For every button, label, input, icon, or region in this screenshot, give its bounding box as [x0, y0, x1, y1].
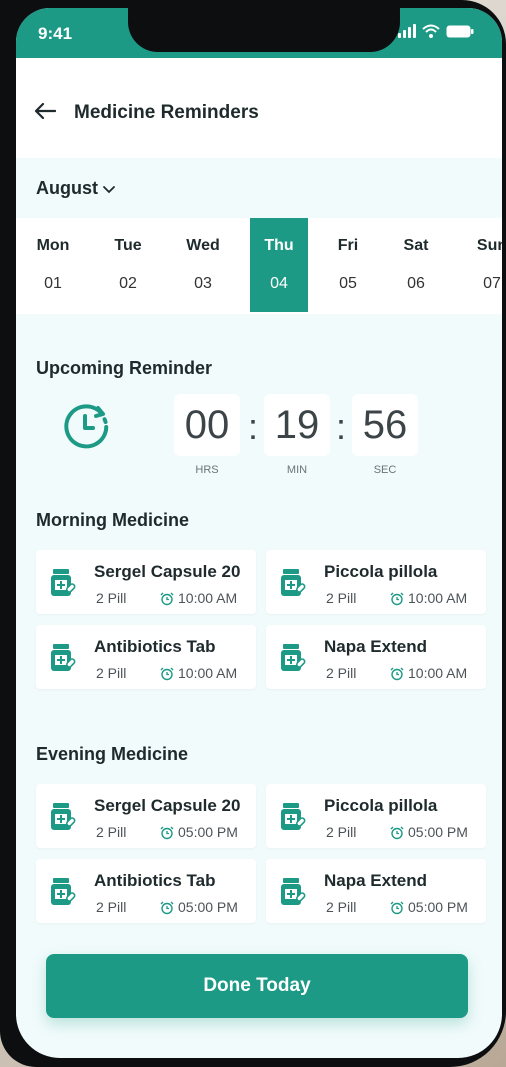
day-thu-selected[interactable]: Thu 04 [250, 218, 308, 312]
month-selector[interactable]: August [36, 178, 116, 199]
medicine-name: Piccola pillola [324, 562, 438, 581]
medicine-name: Napa Extend [324, 871, 427, 890]
done-today-button[interactable]: Done Today [46, 954, 468, 1018]
day-mon[interactable]: Mon 01 [24, 218, 82, 312]
medicine-card[interactable]: Piccola pillola 2 Pill 10:00 AM [266, 550, 486, 614]
medicine-quantity: 2 Pill [96, 824, 127, 840]
timer-separator: : [248, 406, 259, 447]
day-name: Sun [476, 237, 502, 254]
medicine-card[interactable]: Piccola pillola 2 Pill 05:00 PM [266, 784, 486, 848]
day-sat[interactable]: Sat 06 [387, 218, 445, 312]
medicine-name: Napa Extend [324, 637, 427, 656]
pill-bottle-icon [51, 569, 76, 596]
day-fri[interactable]: Fri 05 [319, 218, 377, 312]
day-name: Thu [264, 237, 294, 254]
medicine-quantity: 2 Pill [96, 899, 127, 915]
day-number: 07 [483, 275, 501, 292]
medicine-name: Sergel Capsule 20 [94, 562, 241, 581]
medicine-quantity: 2 Pill [96, 665, 127, 681]
timer-separator: : [336, 406, 347, 447]
status-icons [398, 24, 474, 38]
day-number: 03 [194, 275, 212, 292]
hours-label: HRS [195, 464, 219, 476]
medicine-quantity: 2 Pill [326, 824, 357, 840]
medicine-time: 10:00 AM [408, 590, 468, 606]
medicine-time: 10:00 AM [178, 590, 238, 606]
pill-bottle-icon [51, 644, 76, 671]
day-name: Mon [36, 237, 70, 254]
wifi-icon [422, 24, 440, 38]
alarm-clock-icon [390, 592, 404, 606]
minutes-label: MIN [286, 464, 308, 476]
app-header: Medicine Reminders [16, 58, 502, 158]
day-number: 05 [339, 275, 357, 292]
month-label: August [36, 178, 98, 198]
medicine-name: Piccola pillola [324, 796, 438, 815]
timer-minutes: 19 [264, 394, 330, 456]
day-wed[interactable]: Wed 03 [174, 218, 232, 312]
evening-medicine-title: Evening Medicine [36, 744, 189, 764]
pill-bottle-icon [281, 878, 306, 905]
status-bar: 9:41 [16, 8, 502, 58]
pill-bottle-icon [51, 878, 76, 905]
morning-medicine-title: Morning Medicine [36, 510, 189, 530]
seconds-label: SEC [373, 464, 397, 476]
page-title: Medicine Reminders [74, 102, 259, 123]
day-name: Sat [403, 237, 429, 254]
day-name: Tue [114, 237, 142, 254]
timer-seconds: 56 [352, 394, 418, 456]
pill-bottle-icon [281, 569, 306, 596]
medicine-card[interactable]: Antibiotics Tab 2 Pill 10:00 AM [36, 625, 256, 689]
calendar-strip: Mon 01 Tue 02 Wed 03 Thu 04 Fri 05 Sat 0… [16, 218, 502, 314]
medicine-card[interactable]: Napa Extend 2 Pill 10:00 AM [266, 625, 486, 689]
medicine-name: Antibiotics Tab [94, 871, 216, 890]
medicine-quantity: 2 Pill [96, 590, 127, 606]
medicine-time: 05:00 PM [408, 899, 468, 915]
day-tue[interactable]: Tue 02 [99, 218, 157, 312]
signal-icon [398, 24, 416, 38]
day-name: Fri [337, 237, 359, 254]
alarm-clock-icon [160, 592, 174, 606]
medicine-card[interactable]: Antibiotics Tab 2 Pill 05:00 PM [36, 859, 256, 923]
medicine-time: 10:00 AM [408, 665, 468, 681]
pill-bottle-icon [281, 803, 306, 830]
day-number: 01 [44, 275, 62, 292]
day-number: 06 [407, 275, 425, 292]
alarm-clock-icon [160, 901, 174, 915]
pill-bottle-icon [51, 803, 76, 830]
timer-hours: 00 [174, 394, 240, 456]
upcoming-reminder-title: Upcoming Reminder [36, 358, 213, 378]
medicine-card[interactable]: Sergel Capsule 20 2 Pill 10:00 AM [36, 550, 256, 614]
battery-icon [446, 25, 474, 38]
alarm-clock-icon [160, 667, 174, 681]
back-arrow-icon[interactable] [34, 102, 56, 120]
alarm-clock-icon [390, 667, 404, 681]
medicine-card[interactable]: Napa Extend 2 Pill 05:00 PM [266, 859, 486, 923]
medicine-time: 05:00 PM [408, 824, 468, 840]
medicine-time: 10:00 AM [178, 665, 238, 681]
alarm-clock-icon [160, 826, 174, 840]
phone-frame: 9:41 Medicine Reminders August Mon 01 Tu… [0, 0, 506, 1067]
app-screen: 9:41 Medicine Reminders August Mon 01 Tu… [16, 8, 502, 1058]
pill-bottle-icon [281, 644, 306, 671]
clock-icon [64, 404, 109, 449]
status-time: 9:41 [38, 24, 73, 43]
chevron-down-icon [102, 184, 116, 194]
camera-notch [128, 8, 400, 52]
day-number: 02 [119, 275, 137, 292]
day-sun[interactable]: Sun 07 [463, 218, 502, 312]
medicine-card[interactable]: Sergel Capsule 20 2 Pill 05:00 PM [36, 784, 256, 848]
medicine-time: 05:00 PM [178, 824, 238, 840]
day-number: 04 [270, 275, 288, 292]
day-name: Wed [186, 237, 220, 254]
medicine-time: 05:00 PM [178, 899, 238, 915]
medicine-quantity: 2 Pill [326, 590, 357, 606]
medicine-quantity: 2 Pill [326, 899, 357, 915]
medicine-quantity: 2 Pill [326, 665, 357, 681]
medicine-name: Antibiotics Tab [94, 637, 216, 656]
alarm-clock-icon [390, 901, 404, 915]
alarm-clock-icon [390, 826, 404, 840]
medicine-name: Sergel Capsule 20 [94, 796, 241, 815]
